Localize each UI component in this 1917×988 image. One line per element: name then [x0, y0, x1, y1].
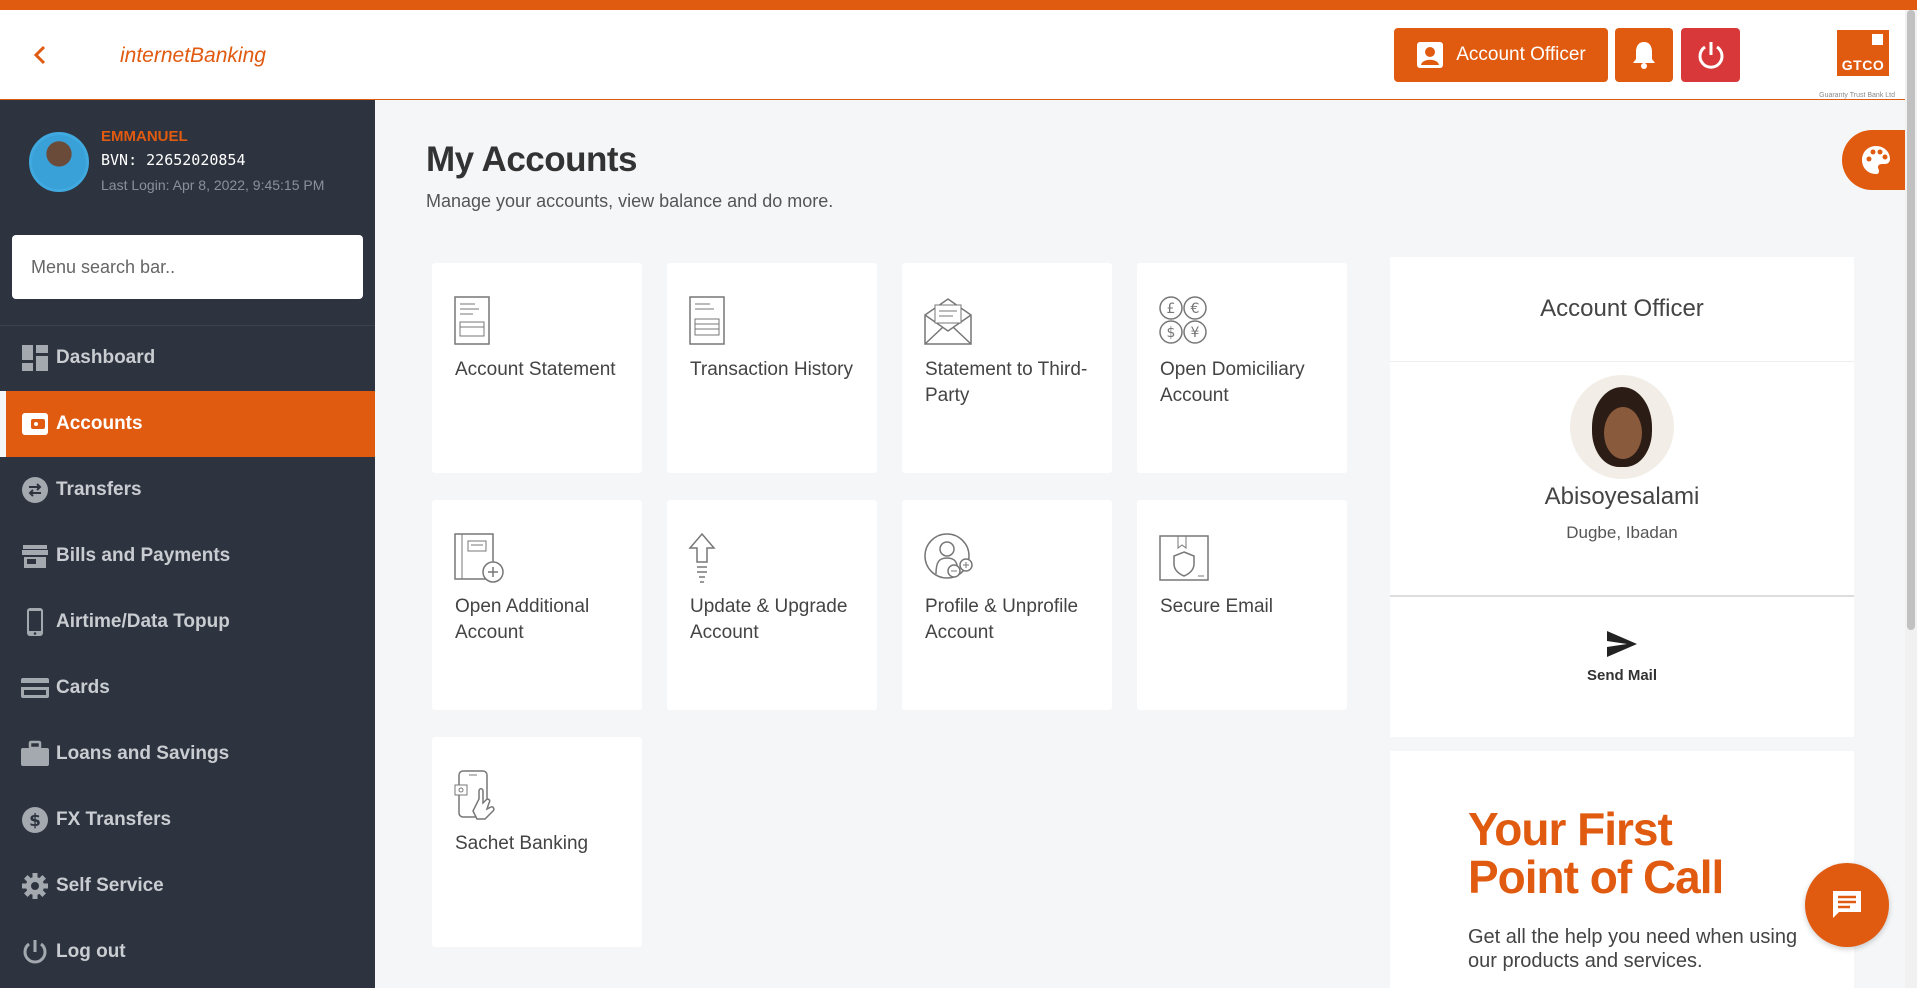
send-icon — [1607, 631, 1637, 657]
card-transaction-history[interactable]: Transaction History — [667, 263, 877, 473]
envelope-icon — [924, 298, 972, 345]
user-badge-icon — [1417, 42, 1444, 68]
back-button[interactable] — [30, 44, 54, 68]
card-label: Secure Email — [1160, 596, 1273, 617]
power-icon — [1698, 42, 1723, 69]
bell-icon — [1633, 42, 1655, 69]
officer-location: Dugbe, Ibadan — [1566, 523, 1678, 542]
wallet-icon — [20, 409, 50, 439]
briefcase-icon — [20, 739, 50, 769]
sidebar-item-bills[interactable]: Bills and Payments — [0, 523, 375, 589]
officer-photo — [1570, 375, 1674, 479]
chat-icon — [1833, 891, 1861, 918]
svg-text:$: $ — [29, 811, 41, 831]
promo-banner: Your First Point of Call Get all the hel… — [1390, 751, 1854, 988]
transfer-icon — [20, 475, 50, 505]
promo-title: Your First Point of Call — [1468, 803, 1724, 903]
account-officer-panel: Account Officer Abisoyesalami Dugbe, Iba… — [1390, 257, 1854, 737]
notifications-button[interactable] — [1615, 28, 1673, 82]
dashboard-icon — [20, 343, 50, 373]
top-accent-strip — [0, 0, 1917, 10]
palette-icon — [1862, 146, 1890, 174]
page-scrollbar[interactable] — [1905, 10, 1917, 988]
store-icon — [20, 541, 50, 571]
gtco-logo: GTCO Guaranty Trust Bank Ltd — [1817, 22, 1895, 102]
card-label: Sachet Banking — [455, 833, 589, 854]
officer-name: Abisoyesalami — [1544, 483, 1700, 510]
svg-text:¥: ¥ — [1191, 325, 1200, 341]
statement-icon — [454, 296, 490, 345]
history-icon — [689, 296, 725, 345]
scrollbar-thumb[interactable] — [1907, 10, 1915, 630]
menu-search-input[interactable] — [12, 235, 363, 299]
chat-button[interactable] — [1805, 863, 1889, 947]
sidebar-item-cards[interactable]: Cards — [0, 655, 375, 721]
user-avatar[interactable] — [29, 132, 89, 192]
sidebar-item-self-service[interactable]: Self Service — [0, 853, 375, 919]
sidebar-item-accounts[interactable]: Accounts — [0, 391, 375, 457]
card-label: Open Domiciliary Account — [1160, 359, 1305, 406]
sidebar-item-loans[interactable]: Loans and Savings — [0, 721, 375, 787]
send-mail-button[interactable]: Send Mail — [1562, 629, 1682, 699]
card-profile-unprofile[interactable]: Profile & Unprofile Account — [902, 500, 1112, 710]
sidebar-item-airtime[interactable]: Airtime/Data Topup — [0, 589, 375, 655]
card-icon — [20, 673, 50, 703]
sidebar-item-transfers[interactable]: Transfers — [0, 457, 375, 523]
profile-icon — [924, 533, 973, 579]
mobile-hand-icon — [454, 770, 495, 820]
card-sachet-banking[interactable]: Sachet Banking — [432, 737, 642, 947]
card-update-upgrade[interactable]: Update & Upgrade Account — [667, 500, 877, 710]
card-label: Profile & Unprofile Account — [925, 596, 1079, 643]
sidebar: EMMANUEL BVN: 22652020854 Last Login: Ap… — [0, 100, 375, 988]
add-account-icon — [454, 533, 504, 583]
card-account-statement[interactable]: Account Statement — [432, 263, 642, 473]
page-subtitle: Manage your accounts, view balance and d… — [426, 191, 834, 211]
power-icon — [20, 937, 50, 967]
gear-icon — [20, 871, 50, 901]
currency-icon: £ € $ ¥ — [1159, 296, 1207, 344]
promo-text: Get all the help you need when using our… — [1468, 926, 1798, 972]
sidebar-nav: Dashboard Accounts Transfers Bills and P… — [0, 325, 375, 985]
sidebar-item-dashboard[interactable]: Dashboard — [0, 325, 375, 391]
sidebar-item-logout[interactable]: Log out — [0, 919, 375, 985]
card-label: Statement to Third-Party — [925, 359, 1088, 406]
account-officer-button-label: Account Officer — [1456, 44, 1586, 65]
card-statement-third-party[interactable]: Statement to Third-Party — [902, 263, 1112, 473]
logout-button[interactable] — [1681, 28, 1740, 82]
page-title: My Accounts — [426, 140, 638, 179]
brand-logo-text: internetBanking — [120, 44, 266, 67]
divider — [1390, 595, 1854, 597]
svg-text:$: $ — [1167, 325, 1176, 341]
dollar-icon: $ — [20, 805, 50, 835]
card-label: Account Statement — [455, 359, 616, 380]
last-login: Last Login: Apr 8, 2022, 9:45:15 PM — [101, 177, 325, 193]
divider — [1390, 361, 1854, 362]
user-name: EMMANUEL — [101, 128, 188, 145]
user-bvn: BVN: 22652020854 — [101, 151, 246, 169]
chevron-left-icon — [33, 45, 46, 65]
header-bar: internetBanking Account Officer GTCO Gua… — [0, 10, 1905, 100]
officer-panel-title: Account Officer — [1540, 295, 1704, 322]
upgrade-icon — [688, 532, 716, 583]
sidebar-item-fx[interactable]: $ FX Transfers — [0, 787, 375, 853]
card-open-additional[interactable]: Open Additional Account — [432, 500, 642, 710]
svg-text:£: £ — [1167, 301, 1176, 317]
card-label: Update & Upgrade Account — [690, 596, 848, 643]
phone-icon — [20, 607, 50, 637]
account-officer-button[interactable]: Account Officer — [1394, 28, 1608, 82]
card-label: Open Additional Account — [455, 596, 590, 643]
card-open-domiciliary[interactable]: £ € $ ¥ Open Domiciliary Account — [1137, 263, 1347, 473]
card-secure-email[interactable]: Secure Email — [1137, 500, 1347, 710]
svg-text:€: € — [1191, 301, 1200, 317]
secure-email-icon — [1159, 535, 1209, 581]
card-label: Transaction History — [690, 359, 853, 380]
